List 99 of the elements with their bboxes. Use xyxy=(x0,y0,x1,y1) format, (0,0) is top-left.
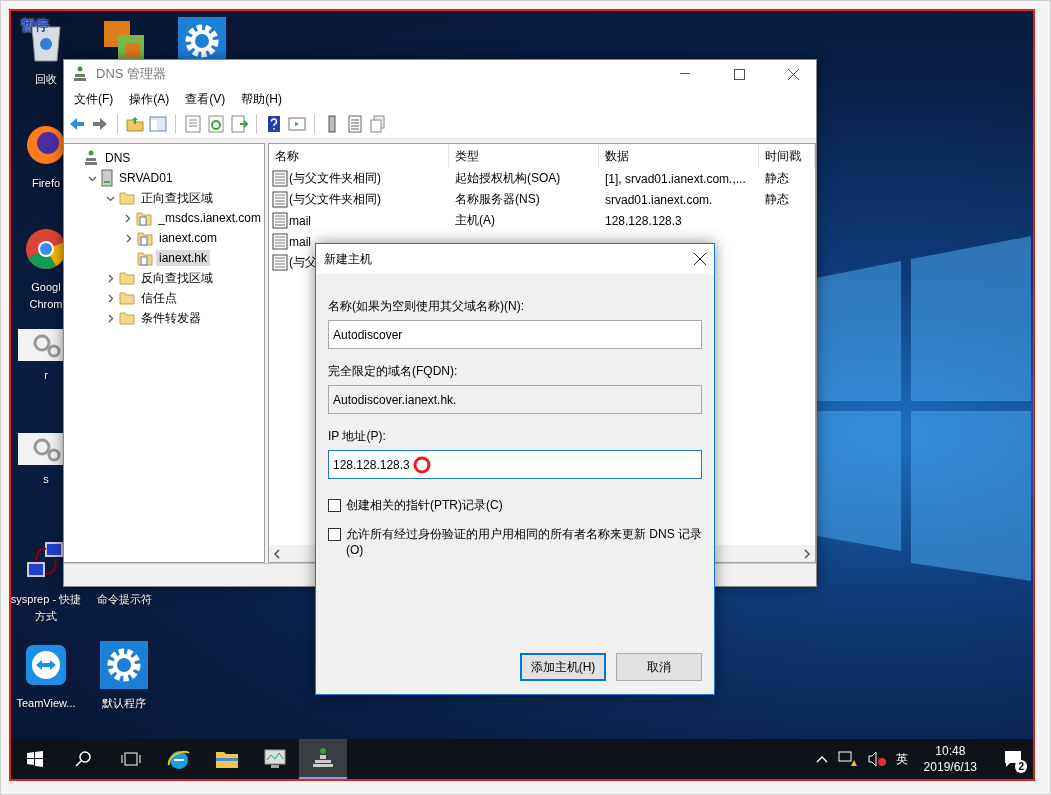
desktop-icon-label[interactable]: sysprep - 快捷方式 xyxy=(11,591,86,625)
column-header[interactable]: 名称 xyxy=(269,144,449,168)
desktop-icon-label[interactable]: 默认程序 xyxy=(102,695,146,712)
input-field[interactable]: Autodiscover xyxy=(328,320,702,349)
folder-document-icon xyxy=(137,250,153,266)
desktop-icon-label[interactable]: Googl Chrom xyxy=(29,279,63,313)
folder-icon xyxy=(119,271,135,285)
record-icon xyxy=(272,233,288,250)
tree-item[interactable]: ianext.hk xyxy=(156,250,211,266)
folder-document-icon xyxy=(136,210,153,226)
tree-item[interactable]: DNS xyxy=(102,150,134,166)
tree-item[interactable]: 正向查找区域 xyxy=(138,188,216,208)
chevron-right-icon[interactable] xyxy=(123,213,133,223)
tree-item[interactable]: 信任点 xyxy=(138,288,180,308)
checkbox-label[interactable]: 创建相关的指针(PTR)记录(C) xyxy=(346,497,503,514)
table-cell: 静态 xyxy=(765,191,789,208)
monitor-icon xyxy=(263,748,287,770)
menu-item[interactable]: 查看(V) xyxy=(177,90,234,108)
desktop-icon-label[interactable]: Firefo xyxy=(31,175,61,192)
column-header[interactable]: 类型 xyxy=(449,144,599,168)
close-icon xyxy=(787,68,799,80)
notification-button[interactable]: 2 xyxy=(993,739,1033,779)
field-label: IP 地址(P): xyxy=(328,428,387,445)
table-cell: [1], srvad01.ianext.com.,... xyxy=(605,171,746,186)
menu-item[interactable]: 操作(A) xyxy=(121,90,178,108)
folder-icon xyxy=(119,191,135,205)
dialog-button[interactable]: 添加主机(H) xyxy=(520,653,606,681)
desktop-icon-label[interactable]: s xyxy=(43,471,49,488)
taskbar-app-button[interactable] xyxy=(299,739,347,779)
click-highlight-icon xyxy=(412,455,432,475)
folder-icon xyxy=(119,291,135,305)
server-icon xyxy=(101,169,113,187)
record-icon xyxy=(272,170,288,187)
chevron-up-icon[interactable] xyxy=(815,755,828,763)
minimize-icon xyxy=(680,73,690,75)
network-warning-icon[interactable] xyxy=(837,751,858,767)
dialog-title: 新建主机 xyxy=(324,250,372,268)
speech-bubble-icon xyxy=(1004,750,1022,768)
record-icon xyxy=(272,254,288,271)
windows-logo-icon xyxy=(27,751,43,767)
folder-icon xyxy=(215,749,239,769)
record-icon xyxy=(272,212,288,229)
table-cell: (与父文件夹相同) xyxy=(289,170,381,187)
scroll-left-icon[interactable] xyxy=(273,548,281,559)
folder-icon xyxy=(119,311,135,325)
desktop-icon-label[interactable]: 命令提示符 xyxy=(96,591,152,608)
field-label: 名称(如果为空则使用其父域名称)(N): xyxy=(328,298,525,315)
table-cell: (与父文件夹相同) xyxy=(289,191,381,208)
pane-toggle-icon[interactable] xyxy=(149,115,167,133)
network-server-icon xyxy=(83,150,99,166)
tree-item[interactable]: 反向查找区域 xyxy=(138,268,216,288)
menu-item[interactable]: 文件(F) xyxy=(66,90,122,108)
search-icon xyxy=(75,751,91,767)
table-cell: 主机(A) xyxy=(455,212,495,229)
close-icon[interactable] xyxy=(694,253,706,265)
checkbox[interactable] xyxy=(328,528,341,541)
menu-item[interactable]: 帮助(H) xyxy=(233,90,290,108)
window-title: DNS 管理器 xyxy=(96,65,168,83)
maximize-icon xyxy=(733,68,745,80)
scroll-right-icon[interactable] xyxy=(803,548,811,559)
folder-up-icon[interactable] xyxy=(126,115,144,133)
clock[interactable]: 10:48 2019/6/13 xyxy=(917,743,983,775)
network-server-icon xyxy=(312,747,334,769)
network-server-icon xyxy=(72,66,88,82)
desktop-icon-label[interactable]: TeamView... xyxy=(16,695,76,712)
export-list-icon[interactable] xyxy=(230,115,248,133)
column-header[interactable]: 数据 xyxy=(599,144,759,168)
input-field[interactable]: 128.128.128.3 xyxy=(328,450,702,479)
record-icon xyxy=(272,191,288,208)
checkbox-label[interactable]: 允许所有经过身份验证的用户用相同的所有者名称来更新 DNS 记录(O) xyxy=(346,526,702,557)
tree-item[interactable]: SRVAD01 xyxy=(116,170,176,186)
task-view-icon xyxy=(121,751,141,767)
table-cell: mail xyxy=(289,213,311,228)
table-cell: mail xyxy=(289,234,311,249)
speaker-muted-icon[interactable] xyxy=(867,751,886,767)
column-header[interactable]: 时间戳 xyxy=(759,144,815,168)
desktop-icon-label[interactable]: r xyxy=(44,367,48,384)
refresh-icon[interactable] xyxy=(207,115,225,133)
tree-item[interactable]: ianext.com xyxy=(156,230,221,246)
desktop-icon-label[interactable]: 回收 xyxy=(35,71,57,88)
field-label: 完全限定的域名(FQDN): xyxy=(328,363,459,380)
checkbox[interactable] xyxy=(328,499,341,512)
input-field[interactable]: Autodiscover.ianext.hk. xyxy=(328,385,702,414)
table-cell: srvad01.ianext.com. xyxy=(605,192,713,207)
tree-item[interactable]: 条件转发器 xyxy=(138,308,204,328)
forward-arrow-icon[interactable] xyxy=(91,115,109,133)
tree-item[interactable]: _msdcs.ianext.com xyxy=(155,210,264,226)
gear-icon xyxy=(100,641,148,689)
table-cell: 静态 xyxy=(765,170,789,187)
table-cell: 128.128.128.3 xyxy=(605,213,682,228)
folder-document-icon xyxy=(137,230,153,246)
help-icon[interactable] xyxy=(265,115,283,133)
back-arrow-icon[interactable] xyxy=(68,115,86,133)
table-cell: 起始授权机构(SOA) xyxy=(455,170,561,187)
input-method-indicator[interactable]: 英 xyxy=(895,750,908,768)
dialog-button[interactable]: 取消 xyxy=(616,653,702,681)
panel-play-icon[interactable] xyxy=(288,115,306,133)
table-cell: 名称服务器(NS) xyxy=(455,191,540,208)
notification-count: 2 xyxy=(1015,760,1027,773)
